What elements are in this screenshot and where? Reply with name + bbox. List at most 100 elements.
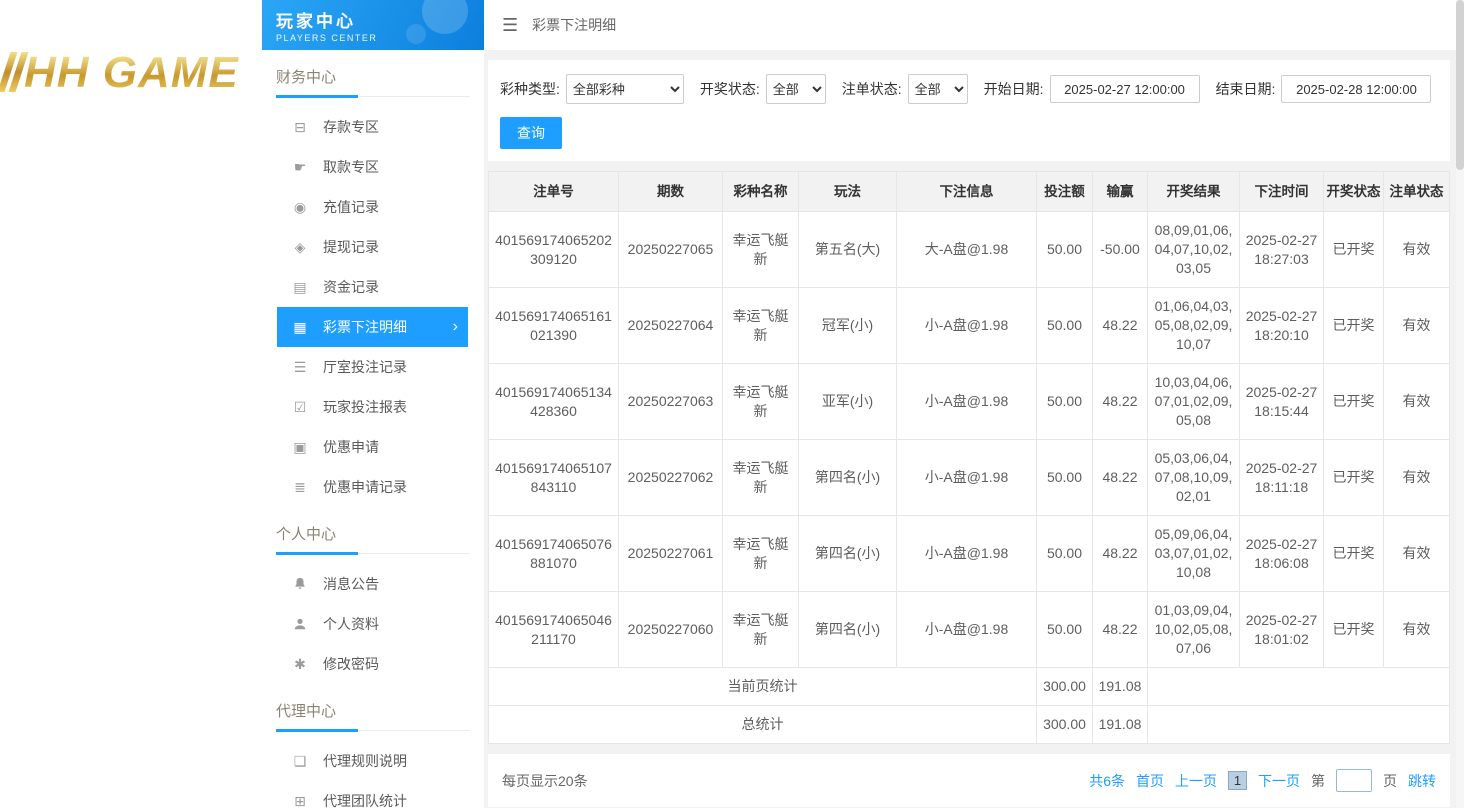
page-title: 彩票下注明细 [532,15,616,35]
cell-play: 亚军(小) [799,364,897,440]
content: 彩种类型: 全部彩种 开奖状态: 全部 注单状态: 全部 开始日期: 结束日期:… [484,50,1464,808]
cell-play: 第五名(大) [799,212,897,288]
sidebar-item-agent-team-stats[interactable]: ⊞ 代理团队统计 [277,781,468,808]
start-date-input[interactable] [1050,75,1200,103]
hall-records-icon: ☰ [291,359,309,376]
sidebar-item-player-bet-report[interactable]: ☑ 玩家投注报表 [277,387,468,427]
end-date-input[interactable] [1281,75,1431,103]
end-date-label: 结束日期: [1216,79,1276,99]
filter-panel: 彩种类型: 全部彩种 开奖状态: 全部 注单状态: 全部 开始日期: 结束日期:… [488,60,1450,161]
sidebar-item-announcements[interactable]: 消息公告 [277,564,468,604]
sidebar-item-promo-apply[interactable]: ▣ 优惠申请 [277,427,468,467]
site-logo: HH GAME [0,0,262,808]
cell-play: 第四名(小) [799,516,897,592]
table-row: 401569174065134428360 20250227063 幸运飞艇新 … [489,364,1450,440]
cell-bet-amount: 50.00 [1037,516,1093,592]
table-header-cell: 投注额 [1037,172,1093,212]
summary-bet-total: 300.00 [1037,706,1093,744]
order-status-select[interactable]: 全部 [908,74,968,104]
search-button[interactable]: 查询 [500,117,562,149]
jump-page-input[interactable] [1336,769,1372,792]
section-title-agent: 代理中心 [276,700,470,731]
cell-draw-result: 05,03,06,04,07,08,10,09,02,01 [1148,440,1240,516]
sidebar-item-label: 玩家投注报表 [323,397,407,417]
cell-bet-info: 小-A盘@1.98 [897,516,1037,592]
cell-lottery-name: 幸运飞艇新 [723,516,799,592]
cell-draw-status: 已开奖 [1324,212,1384,288]
menu-toggle-icon[interactable]: ☰ [502,15,518,36]
prev-page-link[interactable]: 上一页 [1175,771,1217,791]
draw-status-select[interactable]: 全部 [766,74,826,104]
cell-order-no: 401569174065202309120 [489,212,619,288]
cell-bet-info: 小-A盘@1.98 [897,440,1037,516]
sidebar-item-label: 取款专区 [323,157,379,177]
topbar: ☰ 彩票下注明细 [484,0,1464,50]
first-page-link[interactable]: 首页 [1136,771,1164,791]
table-header-cell: 输赢 [1093,172,1148,212]
current-page[interactable]: 1 [1228,771,1247,790]
table-header-cell: 开奖状态 [1324,172,1384,212]
players-center-subtitle: PLAYERS CENTER [276,33,484,43]
cell-issue: 20250227065 [619,212,723,288]
table-header-cell: 下注时间 [1240,172,1324,212]
start-date-label: 开始日期: [984,79,1044,99]
sidebar-item-funds-records[interactable]: ▤ 资金记录 [277,267,468,307]
table-header-cell: 玩法 [799,172,897,212]
table-header-cell: 注单号 [489,172,619,212]
summary-empty [1148,668,1450,706]
cell-bet-time: 2025-02-27 18:15:44 [1240,364,1324,440]
sidebar-item-hall-bet-records[interactable]: ☰ 厅室投注记录 [277,347,468,387]
cell-bet-time: 2025-02-27 18:01:02 [1240,592,1324,668]
lottery-details-icon: ▦ [291,319,309,336]
cashout-icon: ◈ [291,239,309,256]
table-header-cell: 注单状态 [1384,172,1450,212]
draw-status-label: 开奖状态: [700,79,760,99]
sidebar-item-change-password[interactable]: ✱ 修改密码 [277,644,468,684]
jump-prefix: 第 [1311,771,1325,791]
scrollbar[interactable] [1456,0,1464,808]
sidebar-item-label: 优惠申请记录 [323,477,407,497]
total-count: 共6条 [1089,771,1125,791]
table-header-cell: 下注信息 [897,172,1037,212]
table-row: 401569174065161021390 20250227064 幸运飞艇新 … [489,288,1450,364]
lottery-type-select[interactable]: 全部彩种 [566,74,684,104]
cell-order-status: 有效 [1384,592,1450,668]
next-page-link[interactable]: 下一页 [1258,771,1300,791]
sidebar-item-promo-apply-records[interactable]: ≣ 优惠申请记录 [277,467,468,507]
cell-winloss: 48.22 [1093,516,1148,592]
sidebar-item-profile[interactable]: 个人资料 [277,604,468,644]
sidebar-item-recharge-records[interactable]: ◉ 充值记录 [277,187,468,227]
table-header-cell: 期数 [619,172,723,212]
jump-button[interactable]: 跳转 [1408,771,1436,791]
cell-winloss: -50.00 [1093,212,1148,288]
table-header-row: 注单号 期数 彩种名称 玩法 下注信息 投注额 输赢 开奖结果 下注时间 开奖状… [489,172,1450,212]
sidebar-item-withdraw[interactable]: ☛ 取款专区 [277,147,468,187]
sidebar: 玩家中心 PLAYERS CENTER 财务中心 ⊟ 存款专区 ☛ 取款专区 ◉… [262,0,484,808]
cell-order-status: 有效 [1384,364,1450,440]
summary-empty [1148,706,1450,744]
sidebar-item-agent-rules[interactable]: ❏ 代理规则说明 [277,741,468,781]
cell-issue: 20250227062 [619,440,723,516]
cell-lottery-name: 幸运飞艇新 [723,364,799,440]
lottery-type-label: 彩种类型: [500,79,560,99]
table-row: 401569174065076881070 20250227061 幸运飞艇新 … [489,516,1450,592]
moneybag-icon: ◉ [291,199,309,216]
scrollbar-thumb[interactable] [1456,0,1464,170]
sidebar-item-withdrawal-records[interactable]: ◈ 提现记录 [277,227,468,267]
cell-issue: 20250227060 [619,592,723,668]
sidebar-item-label: 代理规则说明 [323,751,407,771]
cell-bet-info: 小-A盘@1.98 [897,288,1037,364]
cell-bet-amount: 50.00 [1037,364,1093,440]
cell-order-no: 401569174065076881070 [489,516,619,592]
cell-draw-result: 08,09,01,06,04,07,10,02,03,05 [1148,212,1240,288]
sidebar-item-label: 厅室投注记录 [323,357,407,377]
cell-winloss: 48.22 [1093,440,1148,516]
cell-draw-status: 已开奖 [1324,516,1384,592]
summary-bet-total: 300.00 [1037,668,1093,706]
cell-play: 第四名(小) [799,592,897,668]
sidebar-item-lottery-bet-details[interactable]: ▦ 彩票下注明细 › [277,307,468,347]
cell-winloss: 48.22 [1093,288,1148,364]
document-icon: ❏ [291,753,309,770]
sidebar-item-label: 提现记录 [323,237,379,257]
sidebar-item-deposit[interactable]: ⊟ 存款专区 [277,107,468,147]
